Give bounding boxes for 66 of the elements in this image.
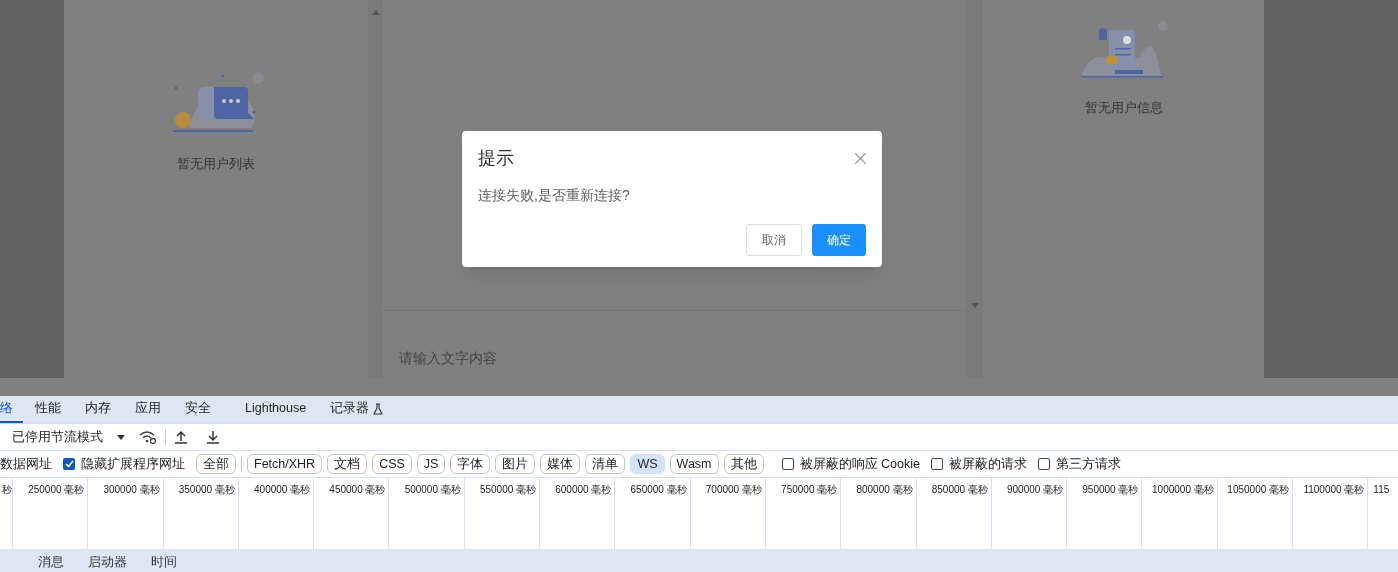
checkbox-label[interactable]: 被屏蔽的请求: [948, 454, 1027, 474]
timeline-tick-label: 1100000 毫秒: [1303, 483, 1365, 497]
devtools-tab[interactable]: 性能: [23, 396, 73, 423]
devtools-tab[interactable]: 络: [0, 396, 23, 423]
timeline-tick-label: 550000 毫秒: [479, 483, 537, 497]
timeline-tick-label: 650000 毫秒: [630, 483, 687, 497]
type-filter-chip[interactable]: Wasm: [669, 454, 719, 474]
checkbox[interactable]: [63, 458, 75, 470]
timeline-tick-label: 600000 毫秒: [555, 483, 612, 497]
scrollbar[interactable]: [966, 0, 983, 378]
devtools-tab[interactable]: 安全: [173, 396, 223, 423]
download-icon[interactable]: [206, 430, 220, 444]
timeline-tick-label: 300000 毫秒: [103, 483, 160, 497]
timeline-tick-label: 350000 毫秒: [178, 483, 235, 497]
upload-icon[interactable]: [174, 430, 188, 444]
empty-state-text: 暂无用户信息: [1084, 99, 1163, 117]
checkbox-label[interactable]: 第三方请求: [1055, 454, 1121, 474]
panel-tab[interactable]: 消息: [38, 556, 64, 570]
close-icon[interactable]: [855, 153, 866, 164]
timeline-tick-label: 900000 毫秒: [1007, 483, 1064, 497]
type-filter-chip[interactable]: 字体: [450, 454, 491, 474]
timeline-tick-label: 1000000 毫秒: [1152, 483, 1214, 497]
type-filter-chip[interactable]: JS: [416, 454, 446, 474]
timeline-tick-label: 800000 毫秒: [856, 483, 913, 497]
timeline-tick-label: 700000 毫秒: [705, 483, 762, 497]
panel-tab[interactable]: 启动器: [88, 556, 127, 570]
timeline-tick-label: 450000 毫秒: [329, 483, 386, 497]
checkbox-label[interactable]: 被屏蔽的响应 Cookie: [799, 454, 920, 474]
dialog-message: 连接失败,是否重新连接?: [478, 186, 631, 205]
caret-icon: [117, 434, 125, 440]
type-filter-chip[interactable]: Fetch/XHR: [247, 454, 323, 474]
timeline-tick-label: 500000 毫秒: [404, 483, 461, 497]
checkbox[interactable]: [1037, 458, 1050, 470]
network-settings-icon[interactable]: [139, 430, 157, 444]
checkbox[interactable]: [930, 458, 943, 470]
flask-icon: [373, 402, 384, 415]
timeline-tick-label: 秒: [2, 483, 12, 497]
devtools-tab[interactable]: 内存: [73, 396, 123, 423]
type-filter-chip[interactable]: 图片: [495, 454, 536, 474]
empty-state-text: 暂无用户列表: [177, 155, 255, 173]
checkbox[interactable]: [781, 458, 794, 470]
timeline-tick-label: 950000 毫秒: [1082, 483, 1139, 497]
scrollbar[interactable]: [368, 0, 383, 378]
devtools-tab[interactable]: Lighthouse: [233, 396, 319, 423]
type-filter-chip[interactable]: 清单: [585, 454, 626, 474]
type-filter-chip[interactable]: WS: [630, 454, 665, 474]
timeline-tick-label: 1050000 毫秒: [1227, 483, 1290, 497]
dialog-title: 提示: [478, 147, 514, 170]
panel-tab[interactable]: 时间: [151, 556, 177, 570]
message-input[interactable]: 请输入文字内容: [399, 348, 950, 369]
type-filter-chip[interactable]: 媒体: [540, 454, 581, 474]
devtools-tab[interactable]: 应用: [123, 396, 173, 423]
checkbox-label[interactable]: 隐藏扩展程序网址: [81, 454, 185, 474]
type-filter-chip[interactable]: CSS: [372, 454, 412, 474]
timeline-tick-label: 250000 毫秒: [28, 483, 85, 497]
timeline-tick-label: 750000 毫秒: [781, 483, 838, 497]
type-filter-chip[interactable]: 其他: [723, 454, 764, 474]
devtools-tab[interactable]: 记录器: [318, 396, 396, 423]
cancel-button[interactable]: 取消: [746, 224, 802, 256]
timeline-tick-label: 400000 毫秒: [254, 483, 311, 497]
checkbox-label[interactable]: 数据网址: [0, 454, 52, 474]
timeline-tick-label: 115: [1373, 483, 1390, 497]
type-filter-chip[interactable]: 全部: [196, 454, 236, 474]
throttling-dropdown[interactable]: 已停用节流模式: [12, 427, 125, 447]
timeline-tick-label: 850000 毫秒: [931, 483, 988, 497]
type-filter-chip[interactable]: 文档: [327, 454, 368, 474]
